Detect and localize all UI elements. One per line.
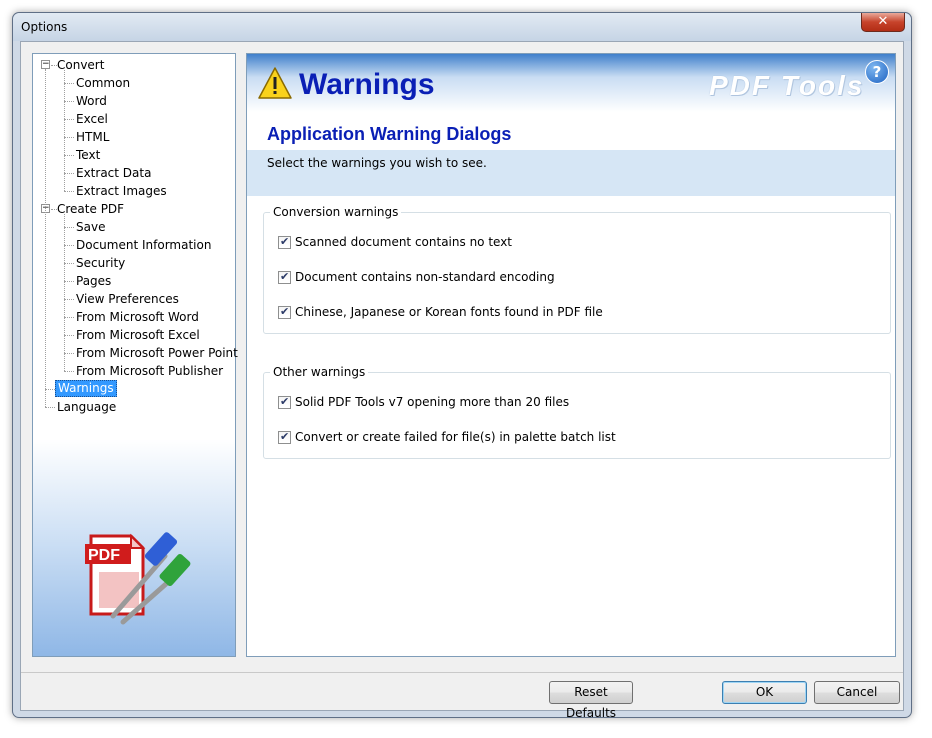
tree-connector <box>45 389 55 390</box>
tree-item-language[interactable]: Language <box>33 398 235 416</box>
tree-connector <box>64 83 74 84</box>
options-window: Options ✕ − Convert Common Word Excel HTML Tex… <box>12 12 912 720</box>
close-icon: ✕ <box>877 14 889 29</box>
checkbox-box[interactable] <box>278 430 291 444</box>
tree-connector <box>64 353 74 354</box>
tree-connector <box>64 191 74 192</box>
tree-connector <box>64 227 74 228</box>
dialog-client-area: − Convert Common Word Excel HTML Text Extract D… <box>20 41 904 720</box>
tree-connector <box>45 407 55 408</box>
description-band: Select the warnings you wish to see. <box>247 150 895 196</box>
tree-item-label[interactable]: Extract Images <box>74 182 169 200</box>
tree-item-label[interactable]: Create PDF <box>55 200 126 218</box>
tree-item-label[interactable]: Document Information <box>74 236 213 254</box>
window-title: Options <box>21 20 68 34</box>
tree-connector <box>64 155 74 156</box>
checkbox-label[interactable]: Convert or create failed for file(s) in … <box>295 430 616 444</box>
options-tree-panel: − Convert Common Word Excel HTML Text Extract D… <box>32 53 238 657</box>
checkbox-label[interactable]: Chinese, Japanese or Korean fonts found … <box>295 305 603 319</box>
tree-connector <box>64 119 74 120</box>
checkbox-label[interactable]: Scanned document contains no text <box>295 235 512 249</box>
tree-connector <box>64 299 74 300</box>
tree-item-label[interactable]: Extract Data <box>74 164 153 182</box>
tree-connector <box>64 173 74 174</box>
checkbox-box[interactable] <box>278 270 291 284</box>
tree-connector <box>64 371 74 372</box>
tree-item-label[interactable]: Language <box>55 398 118 416</box>
checkbox-label[interactable]: Document contains non-standard encoding <box>295 270 555 284</box>
tree-connector <box>64 263 74 264</box>
tree-expander-icon[interactable]: − <box>41 60 50 69</box>
warnings-content-panel: Warnings PDF Tools ? Application Warning… <box>246 53 896 657</box>
tree-item-label[interactable]: Convert <box>55 56 106 74</box>
tree-item-label[interactable]: Excel <box>74 110 110 128</box>
help-button[interactable]: ? <box>865 60 889 84</box>
section-description: Select the warnings you wish to see. <box>267 156 487 170</box>
conversion-warnings-group: Conversion warnings Scanned document con… <box>263 205 891 334</box>
other-warnings-legend: Other warnings <box>270 365 369 379</box>
tree-item-label[interactable]: Common <box>74 74 132 92</box>
tree-connector <box>64 281 74 282</box>
tree-item-label[interactable]: From Microsoft Word <box>74 308 201 326</box>
tree-connector <box>45 69 46 407</box>
pdf-tools-logo-icon: PDF <box>85 532 191 625</box>
tree-item-label[interactable]: Word <box>74 92 109 110</box>
page-title: Warnings <box>299 68 435 101</box>
close-button[interactable]: ✕ <box>861 13 905 32</box>
tree-connector <box>64 137 74 138</box>
tree-item-label[interactable]: Warnings <box>55 380 117 397</box>
tree-item-label[interactable]: From Microsoft Power Point <box>74 344 240 362</box>
tree-item-label[interactable]: View Preferences <box>74 290 181 308</box>
tree-item-label[interactable]: Security <box>74 254 127 272</box>
footer-separator <box>21 672 903 673</box>
section-title: Application Warning Dialogs <box>267 124 512 144</box>
tree-connector <box>64 214 65 371</box>
tree-item-label[interactable]: Save <box>74 218 107 236</box>
checkbox-label[interactable]: Solid PDF Tools v7 opening more than 20 … <box>295 395 569 409</box>
title-bar[interactable]: Options ✕ <box>13 13 911 41</box>
reset-defaults-button[interactable]: Reset Defaults <box>549 681 633 720</box>
tree-connector <box>64 101 74 102</box>
warning-icon <box>258 67 292 99</box>
tree-connector <box>64 245 74 246</box>
tree-item-warnings[interactable]: Warnings <box>33 380 235 398</box>
cancel-button[interactable]: Cancel <box>814 681 900 704</box>
header-band: Warnings PDF Tools ? <box>247 54 895 112</box>
brand-logo-text: PDF Tools <box>709 70 865 101</box>
logo-text: PDF <box>88 547 120 564</box>
tree-connector <box>64 335 74 336</box>
tree-item-label[interactable]: From Microsoft Excel <box>74 326 202 344</box>
tree-connector <box>64 70 65 191</box>
tree-item-label[interactable]: Text <box>74 146 102 164</box>
tree-item-label[interactable]: HTML <box>74 128 111 146</box>
ok-button[interactable]: OK <box>722 681 807 704</box>
tree-item-label[interactable]: Pages <box>74 272 113 290</box>
checkbox-box[interactable] <box>278 235 291 249</box>
other-warnings-group: Other warnings Solid PDF Tools v7 openin… <box>263 365 891 459</box>
help-icon: ? <box>872 63 882 81</box>
conversion-warnings-legend: Conversion warnings <box>270 205 402 219</box>
checkbox-box[interactable] <box>278 395 291 409</box>
tree-connector <box>64 317 74 318</box>
checkbox-box[interactable] <box>278 305 291 319</box>
tree-item-label[interactable]: From Microsoft Publisher <box>74 362 225 380</box>
